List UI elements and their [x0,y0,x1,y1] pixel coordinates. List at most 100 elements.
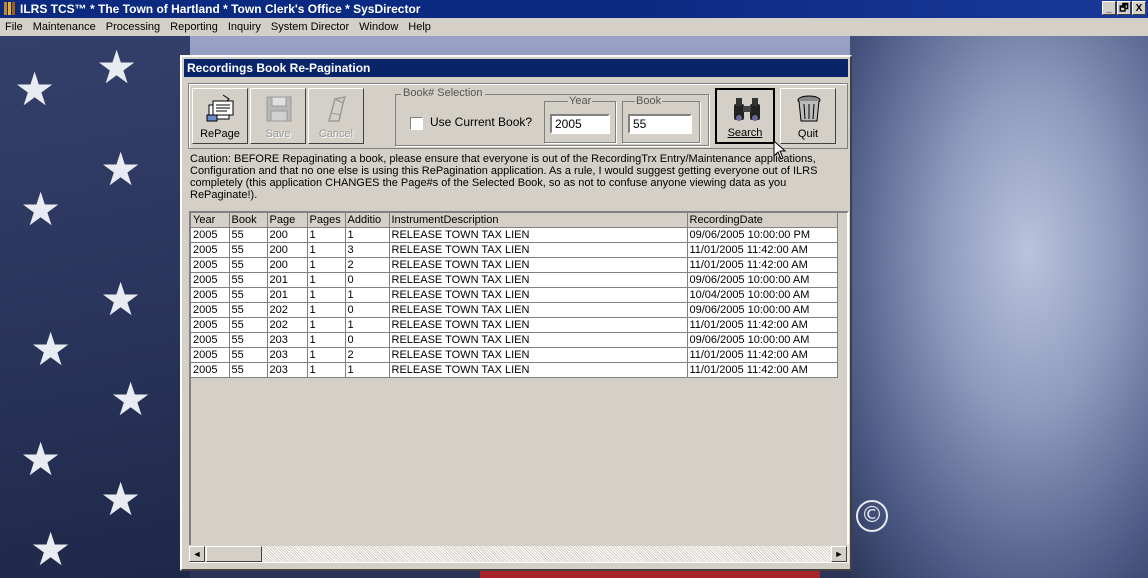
table-cell[interactable]: 1 [307,332,346,348]
recordings-grid[interactable]: Year Book Page Pages Additio InstrumentDescri… [189,211,849,563]
table-cell[interactable]: 203 [267,362,308,378]
table-cell[interactable]: 200 [267,257,308,273]
book-input[interactable] [628,114,692,134]
menu-window[interactable]: Window [354,21,403,33]
minimize-button[interactable]: _ [1102,1,1116,15]
table-cell[interactable]: 1 [307,362,346,378]
table-cell[interactable]: 55 [229,347,268,363]
table-row[interactable]: 2005 55 201 1 1 RELEASE TOWN TAX LIEN 10/04/20… [191,287,838,303]
menu-processing[interactable]: Processing [101,21,165,33]
table-cell[interactable]: 55 [229,302,268,318]
search-button[interactable]: Search [715,88,775,144]
table-cell[interactable]: 2005 [191,302,230,318]
scroll-right-icon[interactable]: ► [831,546,847,562]
table-cell[interactable]: 201 [267,272,308,288]
app-title-bar[interactable]: ILRS TCS™ * The Town of Hartland * Town … [0,0,1148,18]
table-cell[interactable]: 0 [345,302,390,318]
table-cell[interactable]: 203 [267,332,308,348]
table-cell[interactable]: 2005 [191,317,230,333]
use-current-book-checkbox[interactable] [410,117,423,130]
table-cell[interactable]: RELEASE TOWN TAX LIEN [389,362,688,378]
scroll-track[interactable] [263,546,831,562]
table-row[interactable]: 2005 55 202 1 1 RELEASE TOWN TAX LIEN 11/01/20… [191,317,838,333]
table-cell[interactable]: 1 [345,227,390,243]
table-cell[interactable]: 2005 [191,347,230,363]
column-header[interactable]: Book [229,213,268,228]
table-cell[interactable]: 2005 [191,272,230,288]
table-cell[interactable]: 1 [307,242,346,258]
table-cell[interactable]: 2005 [191,257,230,273]
table-row[interactable]: 2005 55 200 1 2 RELEASE TOWN TAX LIEN 11/01/20… [191,257,838,273]
restore-button[interactable]: 🗗 [1117,1,1131,15]
menu-inquiry[interactable]: Inquiry [223,21,266,33]
table-row[interactable]: 2005 55 203 1 1 RELEASE TOWN TAX LIEN 11/01/20… [191,362,838,378]
table-cell[interactable]: 2005 [191,227,230,243]
table-cell[interactable]: 1 [307,257,346,273]
table-cell[interactable]: 55 [229,317,268,333]
table-cell[interactable]: 09/06/2005 10:00:00 AM [687,272,838,288]
table-row[interactable]: 2005 55 203 1 2 RELEASE TOWN TAX LIEN 11/01/20… [191,347,838,363]
scroll-thumb[interactable] [206,546,262,562]
repage-button[interactable]: RePage [192,88,248,144]
table-row[interactable]: 2005 55 201 1 0 RELEASE TOWN TAX LIEN 09/06/20… [191,272,838,288]
column-header[interactable]: Pages [307,213,346,228]
table-row[interactable]: 2005 55 200 1 3 RELEASE TOWN TAX LIEN 11/01/20… [191,242,838,258]
table-cell[interactable]: 11/01/2005 11:42:00 AM [687,347,838,363]
table-cell[interactable]: 2 [345,347,390,363]
column-header[interactable]: InstrumentDescription [389,213,688,228]
table-cell[interactable]: 1 [307,302,346,318]
table-cell[interactable]: 55 [229,287,268,303]
table-cell[interactable]: 1 [345,362,390,378]
table-cell[interactable]: 1 [307,272,346,288]
table-cell[interactable]: 1 [307,317,346,333]
table-row[interactable]: 2005 55 203 1 0 RELEASE TOWN TAX LIEN 09/06/20… [191,332,838,348]
table-cell[interactable]: 55 [229,227,268,243]
table-cell[interactable]: 200 [267,242,308,258]
menu-system-director[interactable]: System Director [266,21,354,33]
table-cell[interactable]: 1 [345,287,390,303]
table-cell[interactable]: 2005 [191,287,230,303]
table-cell[interactable]: 2005 [191,242,230,258]
table-cell[interactable]: 11/01/2005 11:42:00 AM [687,362,838,378]
table-cell[interactable]: 2005 [191,332,230,348]
table-cell[interactable]: 0 [345,332,390,348]
close-button[interactable]: X [1132,1,1146,15]
table-cell[interactable]: 0 [345,272,390,288]
table-cell[interactable]: 55 [229,272,268,288]
table-cell[interactable]: 10/04/2005 10:00:00 AM [687,287,838,303]
table-cell[interactable]: RELEASE TOWN TAX LIEN [389,227,688,243]
cancel-button[interactable]: Cancel [308,88,364,144]
year-input[interactable] [550,114,610,134]
table-row[interactable]: 2005 55 200 1 1 RELEASE TOWN TAX LIEN 09/06/20… [191,227,838,243]
table-cell[interactable]: 202 [267,302,308,318]
table-cell[interactable]: RELEASE TOWN TAX LIEN [389,272,688,288]
table-cell[interactable]: 1 [345,317,390,333]
table-cell[interactable]: 09/06/2005 10:00:00 AM [687,332,838,348]
menu-file[interactable]: File [0,21,28,33]
table-cell[interactable]: 11/01/2005 11:42:00 AM [687,242,838,258]
column-header[interactable]: Page [267,213,308,228]
table-cell[interactable]: RELEASE TOWN TAX LIEN [389,257,688,273]
dialog-title[interactable]: Recordings Book Re-Pagination [184,59,848,77]
table-cell[interactable]: 09/06/2005 10:00:00 AM [687,302,838,318]
scroll-left-icon[interactable]: ◄ [189,546,205,562]
table-cell[interactable]: 55 [229,257,268,273]
table-cell[interactable]: RELEASE TOWN TAX LIEN [389,287,688,303]
column-header[interactable]: Year [191,213,230,228]
save-button[interactable]: Save [250,88,306,144]
table-row[interactable]: 2005 55 202 1 0 RELEASE TOWN TAX LIEN 09/06/20… [191,302,838,318]
table-cell[interactable]: RELEASE TOWN TAX LIEN [389,332,688,348]
table-cell[interactable]: RELEASE TOWN TAX LIEN [389,242,688,258]
table-cell[interactable]: RELEASE TOWN TAX LIEN [389,302,688,318]
table-cell[interactable]: 09/06/2005 10:00:00 PM [687,227,838,243]
table-cell[interactable]: 1 [307,287,346,303]
table-cell[interactable]: 3 [345,242,390,258]
table-cell[interactable]: 55 [229,242,268,258]
horizontal-scrollbar[interactable]: ◄ ► [189,545,849,562]
column-header[interactable]: Additio [345,213,390,228]
table-cell[interactable]: 55 [229,332,268,348]
use-current-book-label[interactable]: Use Current Book? [430,115,532,129]
table-cell[interactable]: 1 [307,227,346,243]
menu-maintenance[interactable]: Maintenance [28,21,101,33]
table-cell[interactable]: 202 [267,317,308,333]
